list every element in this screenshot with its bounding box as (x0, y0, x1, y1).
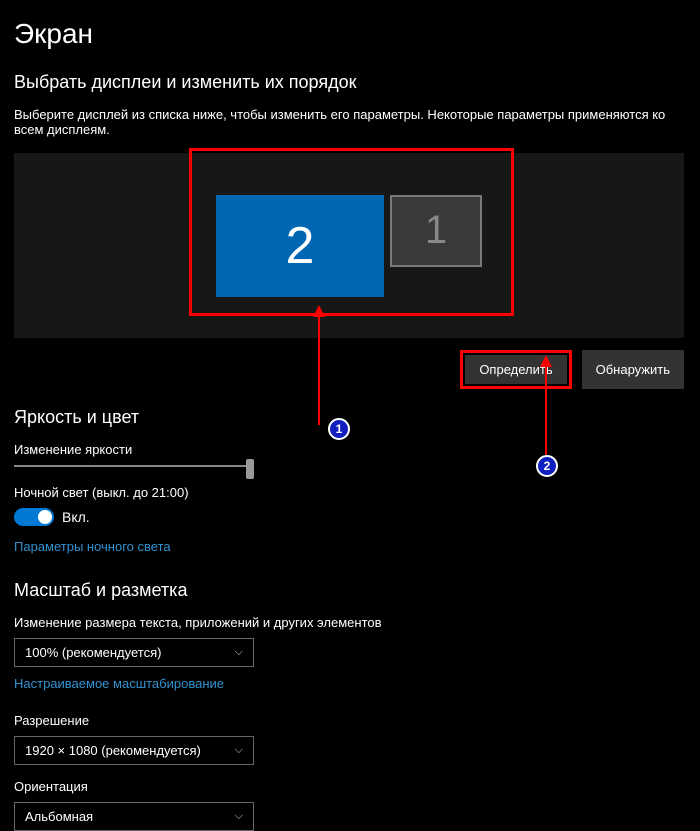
night-light-toggle[interactable] (14, 508, 54, 526)
resolution-dropdown[interactable]: 1920 × 1080 (рекомендуется) ⌵ (14, 736, 254, 765)
resolution-dropdown-value: 1920 × 1080 (рекомендуется) (25, 743, 201, 758)
display-arrange-area: 2 1 (14, 153, 686, 338)
page-title: Экран (14, 18, 686, 50)
brightness-slider-thumb[interactable] (246, 459, 254, 479)
detect-button[interactable]: Обнаружить (582, 350, 684, 389)
arrange-description: Выберите дисплей из списка ниже, чтобы и… (14, 107, 686, 137)
annotation-highlight-identify: Определить (460, 350, 571, 389)
monitor-2[interactable]: 2 (216, 195, 384, 297)
chevron-down-icon: ⌵ (235, 646, 243, 659)
night-light-toggle-state: Вкл. (62, 509, 90, 525)
orientation-dropdown[interactable]: Альбомная ⌵ (14, 802, 254, 831)
scale-label: Изменение размера текста, приложений и д… (14, 615, 686, 630)
custom-scaling-link[interactable]: Настраиваемое масштабирование (14, 676, 224, 691)
scale-heading: Масштаб и разметка (14, 580, 686, 601)
chevron-down-icon: ⌵ (235, 810, 243, 823)
night-light-settings-link[interactable]: Параметры ночного света (14, 539, 171, 554)
brightness-slider[interactable] (14, 465, 254, 467)
chevron-down-icon: ⌵ (235, 744, 243, 757)
scale-dropdown[interactable]: 100% (рекомендуется) ⌵ (14, 638, 254, 667)
orientation-dropdown-value: Альбомная (25, 809, 93, 824)
monitor-1[interactable]: 1 (390, 195, 482, 267)
toggle-knob (38, 510, 52, 524)
display-buttons-row: Определить Обнаружить (14, 350, 684, 389)
annotation-marker-2: 2 (536, 455, 558, 477)
arrange-heading: Выбрать дисплеи и изменить их порядок (14, 72, 686, 93)
display-canvas[interactable]: 2 1 (14, 153, 684, 338)
brightness-slider-label: Изменение яркости (14, 442, 686, 457)
orientation-label: Ориентация (14, 779, 686, 794)
night-light-label: Ночной свет (выкл. до 21:00) (14, 485, 686, 500)
resolution-label: Разрешение (14, 713, 686, 728)
brightness-heading: Яркость и цвет (14, 407, 686, 428)
identify-button[interactable]: Определить (465, 355, 566, 384)
annotation-marker-1: 1 (328, 418, 350, 440)
scale-dropdown-value: 100% (рекомендуется) (25, 645, 161, 660)
